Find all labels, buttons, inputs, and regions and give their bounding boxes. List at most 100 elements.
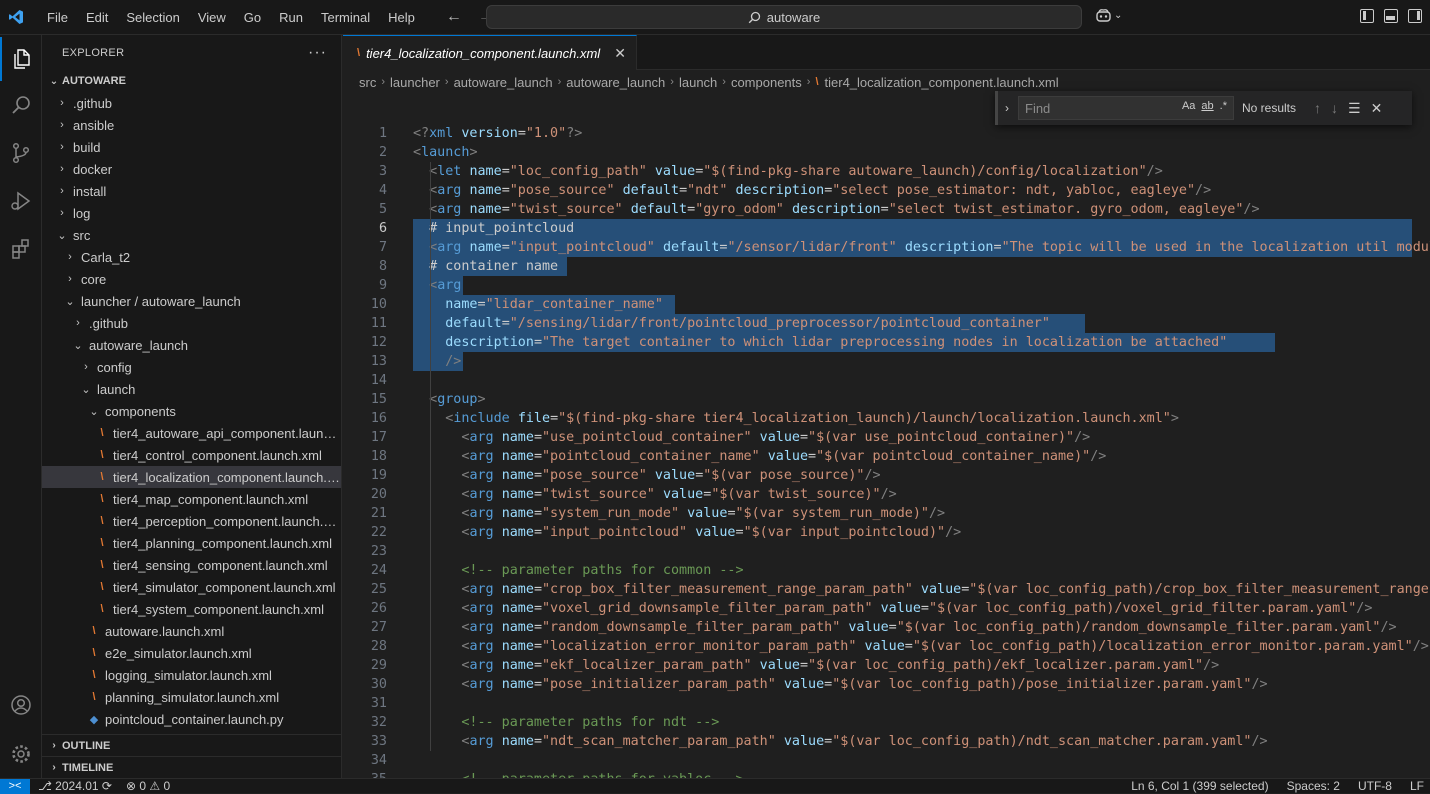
- tree-item-label: src: [73, 227, 91, 243]
- tree-folder[interactable]: › docker: [42, 158, 341, 180]
- breadcrumb-item[interactable]: launcher: [390, 75, 440, 90]
- tree-file[interactable]: \ tier4_autoware_api_component.launch.xml: [42, 422, 341, 444]
- cursor-position[interactable]: Ln 6, Col 1 (399 selected): [1131, 779, 1268, 794]
- tree-file[interactable]: \ tier4_localization_component.launch.xml: [42, 466, 341, 488]
- tree-folder[interactable]: ⌄ autoware_launch: [42, 334, 341, 356]
- problems-indicator[interactable]: ⊗ 0 ⚠ 0: [126, 779, 170, 793]
- match-whole-word-icon[interactable]: ab: [1201, 100, 1213, 112]
- tree-file[interactable]: \ tier4_control_component.launch.xml: [42, 444, 341, 466]
- back-arrow-icon[interactable]: ←: [446, 8, 462, 26]
- tree-folder[interactable]: ⌄ src: [42, 224, 341, 246]
- extensions-icon[interactable]: [0, 227, 42, 271]
- tree-folder[interactable]: › .github: [42, 312, 341, 334]
- tab-localization-component[interactable]: \ tier4_localization_component.launch.xm…: [343, 35, 637, 70]
- menu-terminal[interactable]: Terminal: [312, 0, 379, 35]
- manage-gear-icon[interactable]: [0, 732, 42, 776]
- toggle-replace-icon[interactable]: ›: [998, 101, 1016, 115]
- command-center[interactable]: autoware: [486, 5, 1082, 29]
- search-view-icon[interactable]: [0, 83, 42, 127]
- tree-file[interactable]: \ tier4_map_component.launch.xml: [42, 488, 341, 510]
- tree-folder[interactable]: › build: [42, 136, 341, 158]
- find-input[interactable]: Find Aa ab .*: [1018, 96, 1234, 120]
- menu-edit[interactable]: Edit: [77, 0, 117, 35]
- remote-indicator-icon[interactable]: ><: [0, 778, 30, 794]
- tree-item-label: launch: [97, 381, 136, 397]
- line-number: 25: [370, 582, 387, 597]
- tree-item-label: tier4_map_component.launch.xml: [113, 491, 309, 507]
- tree-folder[interactable]: ⌄ launcher / autoware_launch: [42, 290, 341, 312]
- menu-file[interactable]: File: [38, 0, 77, 35]
- end-of-line[interactable]: LF: [1410, 779, 1424, 794]
- tree-item-label: docker: [73, 161, 113, 177]
- breadcrumb-item[interactable]: src: [359, 75, 376, 90]
- line-number: 29: [370, 658, 387, 673]
- code-view[interactable]: 1 <?xml version="1.0"?> 2 <launch> 3 <let na…: [343, 124, 1430, 778]
- use-regex-icon[interactable]: .*: [1220, 100, 1227, 112]
- tree-file[interactable]: \ planning_simulator.launch.xml: [42, 686, 341, 708]
- menu-view[interactable]: View: [189, 0, 235, 35]
- code-line: 2 <launch>: [343, 143, 1430, 162]
- copilot-button[interactable]: ⌄: [1095, 8, 1122, 23]
- breadcrumb-item[interactable]: components: [731, 75, 802, 90]
- tree-folder[interactable]: ⌄ launch: [42, 378, 341, 400]
- code-line: 33 <arg name="ndt_scan_matcher_param_pat…: [343, 732, 1430, 751]
- menu-run[interactable]: Run: [270, 0, 312, 35]
- tree-item-label: launcher / autoware_launch: [81, 293, 241, 309]
- toggle-secondary-sidebar-icon[interactable]: [1408, 9, 1422, 23]
- tree-folder[interactable]: › Carla_t2: [42, 246, 341, 268]
- close-find-icon[interactable]: ✕: [1371, 100, 1383, 117]
- tree-file[interactable]: \ logging_simulator.launch.xml: [42, 664, 341, 686]
- source-control-icon[interactable]: [0, 131, 42, 175]
- breadcrumb-item[interactable]: autoware_launch: [454, 75, 553, 90]
- tree-folder[interactable]: › core: [42, 268, 341, 290]
- match-case-icon[interactable]: Aa: [1182, 100, 1195, 112]
- tree-file[interactable]: \ autoware.launch.xml: [42, 620, 341, 642]
- toggle-primary-sidebar-icon[interactable]: [1360, 9, 1374, 23]
- tree-folder[interactable]: › log: [42, 202, 341, 224]
- timeline-section[interactable]: › TIMELINE: [42, 756, 342, 778]
- encoding[interactable]: UTF-8: [1358, 779, 1392, 794]
- menu-selection[interactable]: Selection: [117, 0, 188, 35]
- tree-folder[interactable]: › install: [42, 180, 341, 202]
- breadcrumb-file[interactable]: tier4_localization_component.launch.xml: [825, 75, 1059, 90]
- tree-file[interactable]: \ e2e_simulator.launch.xml: [42, 642, 341, 664]
- menu-go[interactable]: Go: [235, 0, 270, 35]
- breadcrumb-item[interactable]: autoware_launch: [566, 75, 665, 90]
- line-number: 31: [370, 696, 387, 711]
- accounts-icon[interactable]: [0, 683, 42, 727]
- chevron-down-icon: ⌄: [73, 339, 83, 352]
- branch-indicator[interactable]: ⎇ 2024.01 ⟳: [38, 779, 112, 793]
- tree-file[interactable]: \ tier4_sensing_component.launch.xml: [42, 554, 341, 576]
- run-debug-icon[interactable]: [0, 179, 42, 223]
- previous-match-icon[interactable]: ↑: [1314, 100, 1321, 117]
- workspace-root[interactable]: ⌄ AUTOWARE: [42, 70, 341, 92]
- line-number: 1: [378, 126, 387, 141]
- menu-help[interactable]: Help: [379, 0, 424, 35]
- outline-section[interactable]: › OUTLINE: [42, 734, 342, 756]
- tree-file[interactable]: \ tier4_perception_component.launch.xml: [42, 510, 341, 532]
- close-icon[interactable]: ✕: [614, 45, 626, 62]
- indentation[interactable]: Spaces: 2: [1287, 779, 1340, 794]
- toggle-panel-icon[interactable]: [1384, 9, 1398, 23]
- tree-folder[interactable]: › config: [42, 356, 341, 378]
- tree-file[interactable]: \ tier4_planning_component.launch.xml: [42, 532, 341, 554]
- chevron-down-icon: ⌄: [81, 383, 91, 396]
- next-match-icon[interactable]: ↓: [1331, 100, 1338, 117]
- breadcrumb-item[interactable]: launch: [679, 75, 717, 90]
- tree-file[interactable]: \ tier4_system_component.launch.xml: [42, 598, 341, 620]
- explorer-icon[interactable]: [0, 37, 42, 81]
- code-text: name="lidar_container_name": [445, 297, 663, 312]
- more-actions-icon[interactable]: ···: [308, 44, 327, 62]
- tree-file[interactable]: ◆ pointcloud_container.launch.py: [42, 708, 341, 730]
- code-line: 17 <arg name="use_pointcloud_container" …: [343, 428, 1430, 447]
- code-line: 9 <arg: [343, 276, 1430, 295]
- breadcrumb-separator-icon: ›: [670, 76, 674, 88]
- tree-folder[interactable]: › ansible: [42, 114, 341, 136]
- tree-folder[interactable]: › .github: [42, 92, 341, 114]
- tree-item-label: .github: [89, 315, 129, 331]
- tree-file[interactable]: \ tier4_simulator_component.launch.xml: [42, 576, 341, 598]
- code-line: 29 <arg name="ekf_localizer_param_path" …: [343, 656, 1430, 675]
- line-number: 22: [370, 525, 387, 540]
- find-in-selection-icon[interactable]: ☰: [1348, 100, 1361, 117]
- tree-folder[interactable]: ⌄ components: [42, 400, 341, 422]
